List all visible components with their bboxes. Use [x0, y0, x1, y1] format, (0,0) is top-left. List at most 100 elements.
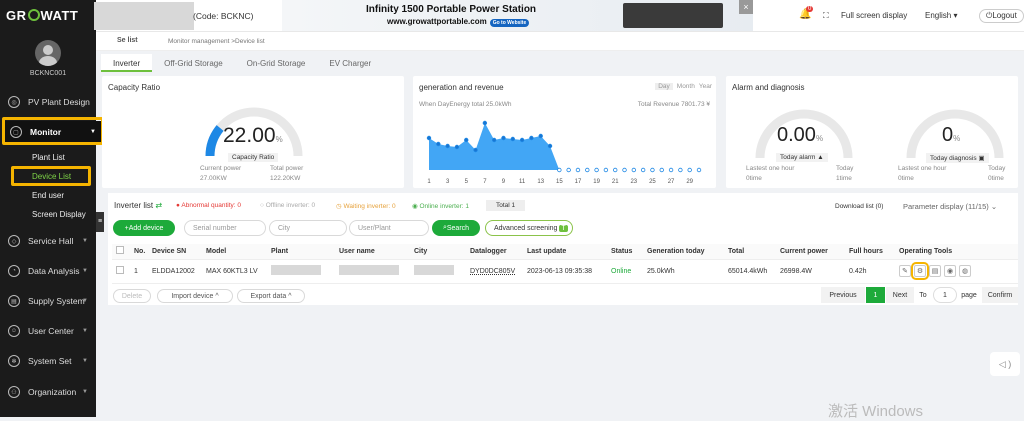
data-point[interactable] [436, 141, 441, 147]
data-point[interactable] [594, 167, 599, 173]
delete-button[interactable]: Delete [113, 289, 151, 303]
data-point[interactable] [519, 137, 525, 143]
data-point[interactable] [510, 136, 515, 142]
data-point[interactable] [426, 135, 432, 141]
user-plant-input[interactable]: User/Plant [349, 220, 429, 236]
data-point[interactable] [538, 133, 543, 139]
ad-cta-button[interactable]: Go to Website [489, 19, 530, 27]
sidebar-item-system-set[interactable]: ✻ System Set ▼ [0, 350, 96, 372]
tab-on-grid[interactable]: On-Grid Storage [235, 54, 318, 72]
data-point[interactable] [696, 167, 702, 173]
speaker-icon[interactable]: ◁ ) [990, 352, 1020, 376]
data-point[interactable] [501, 135, 506, 141]
period-day[interactable]: Day [655, 83, 673, 90]
tab-off-grid[interactable]: Off-Grid Storage [152, 54, 235, 72]
data-point[interactable] [473, 147, 478, 153]
previous-button[interactable]: Previous [821, 287, 865, 303]
data-point[interactable] [557, 167, 562, 173]
data-point[interactable] [445, 143, 450, 149]
sidebar-item-data-analysis[interactable]: ◔ Data Analysis ▼ [0, 260, 96, 282]
data-point[interactable] [529, 135, 534, 141]
data-point[interactable] [566, 167, 571, 173]
report-icon[interactable]: ▤ [929, 265, 941, 277]
cell-datalogger[interactable]: DYD0DC805V [466, 259, 523, 284]
data-point[interactable] [464, 137, 469, 143]
data-point[interactable] [687, 167, 692, 173]
edit-icon[interactable]: ✎ [899, 265, 911, 277]
filter-abnormal[interactable]: ● Abnormal quantity: 0 [176, 202, 241, 209]
select-all[interactable] [112, 244, 130, 260]
col-generation-today[interactable]: Generation today [643, 244, 724, 260]
data-point[interactable] [650, 167, 655, 173]
ad-url[interactable]: www.growattportable.com Go to Website [387, 17, 530, 27]
fullscreen-link[interactable]: Full screen display [841, 11, 907, 20]
col-datalogger[interactable]: Datalogger [466, 244, 523, 260]
settings-gear-icon[interactable]: ⚙ [911, 262, 929, 280]
data-point[interactable] [668, 167, 674, 173]
fullscreen-icon[interactable]: ⛶ [823, 11, 829, 21]
col-full-hours[interactable]: Full hours [845, 244, 895, 260]
next-button[interactable]: Next [886, 287, 914, 303]
col-last-update[interactable]: Last update [523, 244, 607, 260]
data-point[interactable] [454, 144, 460, 150]
import-device-button[interactable]: Import device ^ [157, 289, 233, 303]
search-button[interactable]: ⌕ Search [432, 220, 480, 236]
serial-number-input[interactable]: Serial number [184, 220, 266, 236]
logout-button[interactable]: ⏻Logout [979, 9, 1024, 23]
col-user-name[interactable]: User name [335, 244, 410, 260]
page-1-button[interactable]: 1 [866, 287, 885, 303]
advanced-screening-button[interactable]: Advanced screening T [485, 220, 573, 236]
view-icon[interactable]: ◉ [944, 265, 956, 277]
sidebar-item-organization[interactable]: ⚇ Organization ▼ [0, 381, 96, 403]
sidebar-item-service-hall[interactable]: ◇ Service Hall ▼ [0, 230, 96, 252]
period-year[interactable]: Year [699, 83, 712, 90]
col-city[interactable]: City [410, 244, 466, 260]
add-device-button[interactable]: + Add device [113, 220, 175, 236]
sidebar-sub-screen-display[interactable]: Screen Display [32, 210, 86, 219]
sidebar-item-pv-design[interactable]: ◎ PV Plant Design [0, 91, 96, 113]
filter-online[interactable]: ◉ Online inverter: 1 [412, 202, 469, 210]
confirm-button[interactable]: Confirm [982, 287, 1018, 303]
tab-ev-charger[interactable]: EV Charger [317, 54, 383, 72]
export-data-button[interactable]: Export data ^ [237, 289, 305, 303]
download-list-link[interactable]: Download list (0) [835, 203, 883, 210]
close-icon[interactable]: × [739, 0, 753, 14]
col-device-sn[interactable]: Device SN [148, 244, 202, 260]
col-total[interactable]: Total [724, 244, 776, 260]
data-point[interactable] [613, 167, 618, 173]
tab-inverter[interactable]: Inverter [101, 54, 153, 72]
globe-icon[interactable]: ◍ [959, 265, 971, 277]
goto-page-input[interactable]: 1 [933, 287, 957, 303]
sidebar-item-supply-system[interactable]: ▤ Supply System ▼ [0, 290, 96, 312]
collapse-handle-icon[interactable]: ≡ [96, 212, 104, 232]
refresh-icon[interactable]: ⇄ [155, 201, 162, 210]
data-point[interactable] [585, 167, 590, 173]
period-month[interactable]: Month [677, 83, 695, 90]
sidebar-item-user-center[interactable]: ☺ User Center ▼ [0, 320, 96, 342]
ad-banner[interactable]: Infinity 1500 Portable Power Station www… [282, 0, 753, 31]
data-point[interactable] [640, 167, 646, 173]
col-plant[interactable]: Plant [267, 244, 335, 260]
col-status[interactable]: Status [607, 244, 643, 260]
city-input[interactable]: City [269, 220, 347, 236]
row-select[interactable] [112, 259, 130, 284]
data-point[interactable] [547, 143, 553, 149]
col-model[interactable]: Model [202, 244, 267, 260]
checkbox[interactable] [116, 246, 124, 255]
data-point[interactable] [622, 167, 627, 173]
sidebar-sub-end-user[interactable]: End user [32, 191, 64, 200]
filter-total[interactable]: Total 1 [486, 200, 526, 211]
data-point[interactable] [575, 167, 581, 173]
col-current-power[interactable]: Current power [776, 244, 845, 260]
filter-offline[interactable]: ○ Offline inverter: 0 [260, 202, 315, 209]
language-select[interactable]: English ▾ [925, 11, 958, 20]
sidebar-sub-plant-list[interactable]: Plant List [32, 153, 65, 162]
data-point[interactable] [603, 167, 609, 173]
avatar[interactable] [35, 40, 61, 66]
filter-waiting[interactable]: ◷ Waiting inverter: 0 [336, 202, 396, 210]
checkbox[interactable] [116, 266, 124, 274]
data-point[interactable] [678, 167, 683, 173]
data-point[interactable] [659, 167, 664, 173]
parameter-display-select[interactable]: Parameter display (11/15) ⌄ [903, 202, 997, 211]
data-point[interactable] [491, 137, 497, 143]
